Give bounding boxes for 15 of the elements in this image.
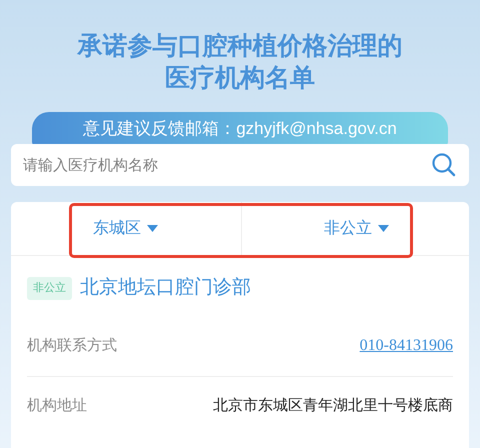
caret-icon	[378, 225, 389, 232]
field-label: 机构联系方式	[27, 336, 117, 356]
page-title: 承诺参与口腔种植价格治理的	[78, 31, 402, 62]
filter-dropdown[interactable]: 东城区	[11, 202, 242, 255]
search-field[interactable]: 请输入医疗机构名称	[11, 144, 469, 186]
address-value: 北京市东城区青年湖北里十号楼底商	[213, 396, 453, 416]
status-tag: 非公立	[27, 277, 72, 300]
filter-dropdown[interactable]: 非公立	[242, 202, 469, 255]
phone-link[interactable]: 010-84131906	[360, 334, 453, 358]
institution-name[interactable]: 北京地坛口腔门诊部	[80, 274, 251, 302]
feedback-email-banner: 意见建议反馈邮箱：gzhyjfk@nhsa.gov.cn	[32, 112, 448, 146]
field-label: 机构地址	[27, 396, 87, 416]
caret-icon	[147, 225, 158, 232]
search-icon[interactable]	[431, 152, 457, 178]
page-title: 医疗机构名单	[165, 63, 315, 94]
